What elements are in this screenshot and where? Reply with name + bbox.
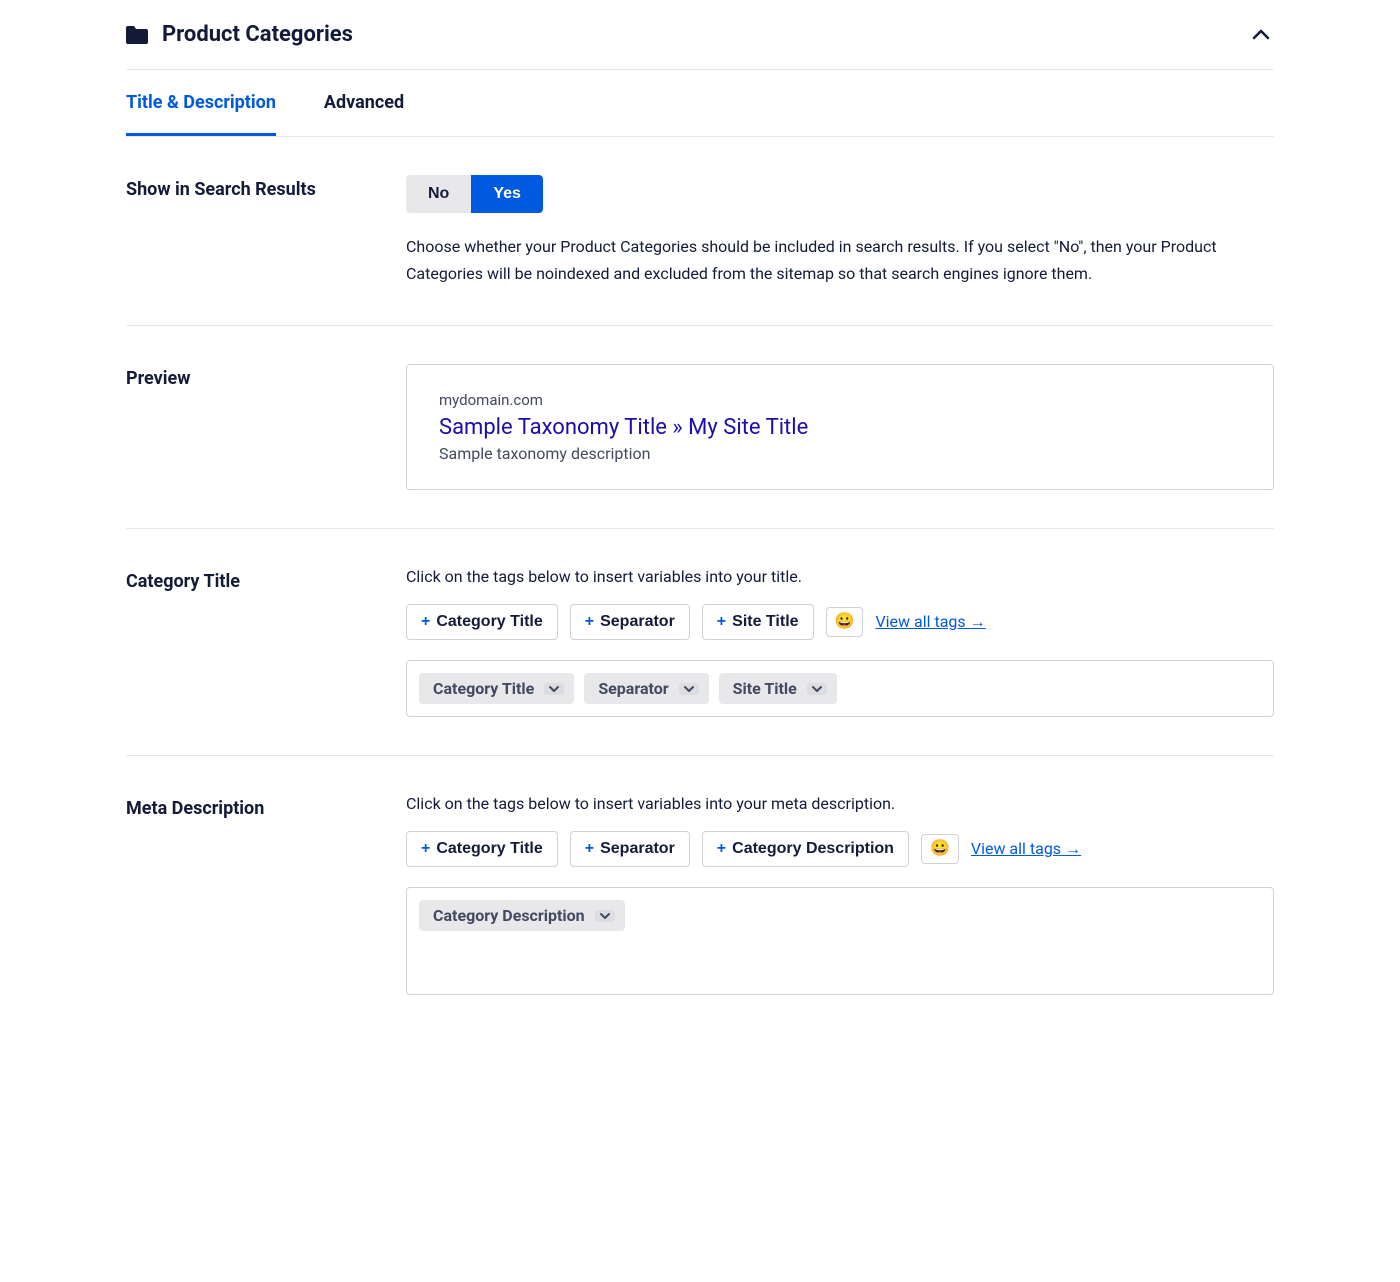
- view-all-tags-link[interactable]: View all tags →: [875, 612, 985, 632]
- tag-label: Category Description: [732, 840, 894, 858]
- preview-title: Sample Taxonomy Title » My Site Title: [439, 415, 1241, 440]
- tag-row-category-title: + Category Title + Separator + Site Titl…: [406, 604, 1274, 640]
- settings-panel: Product Categories Title & Description A…: [126, 0, 1274, 1033]
- tag-add-separator[interactable]: + Separator: [570, 604, 690, 640]
- body-category-title: Click on the tags below to insert variab…: [406, 567, 1274, 717]
- chevron-down-icon: [807, 683, 827, 695]
- chevron-down-icon: [544, 683, 564, 695]
- tag-row-meta-description: + Category Title + Separator + Category …: [406, 831, 1274, 867]
- tag-add-category-description[interactable]: + Category Description: [702, 831, 909, 867]
- token-separator[interactable]: Separator: [584, 673, 708, 704]
- meta-description-input[interactable]: Category Description: [406, 887, 1274, 995]
- body-meta-description: Click on the tags below to insert variab…: [406, 794, 1274, 995]
- plus-icon: +: [421, 613, 430, 631]
- view-all-tags-link[interactable]: View all tags →: [971, 839, 1081, 859]
- preview-description: Sample taxonomy description: [439, 444, 1241, 463]
- toggle-search-results: No Yes: [406, 175, 543, 213]
- plus-icon: +: [717, 613, 726, 631]
- token-site-title[interactable]: Site Title: [719, 673, 837, 704]
- tag-label: Separator: [600, 840, 675, 858]
- tag-label: Separator: [600, 613, 675, 631]
- toggle-no[interactable]: No: [406, 175, 471, 213]
- plus-icon: +: [585, 613, 594, 631]
- tag-add-category-title[interactable]: + Category Title: [406, 604, 558, 640]
- plus-icon: +: [585, 840, 594, 858]
- title-input[interactable]: Category Title Separator Site Title: [406, 660, 1274, 717]
- toggle-yes[interactable]: Yes: [471, 175, 543, 213]
- emoji-icon: 😀: [835, 613, 855, 630]
- token-label: Category Title: [433, 679, 534, 698]
- page-title: Product Categories: [162, 22, 353, 47]
- chevron-down-icon: [595, 910, 615, 922]
- plus-icon: +: [421, 840, 430, 858]
- label-search-results: Show in Search Results: [126, 175, 406, 200]
- chevron-down-icon: [679, 683, 699, 695]
- body-preview: mydomain.com Sample Taxonomy Title » My …: [406, 364, 1274, 490]
- chevron-up-icon: [1252, 29, 1270, 40]
- label-meta-description: Meta Description: [126, 794, 406, 819]
- preview-box: mydomain.com Sample Taxonomy Title » My …: [406, 364, 1274, 490]
- emoji-icon: 😀: [930, 840, 950, 857]
- tab-advanced[interactable]: Advanced: [324, 70, 404, 136]
- help-search-results: Choose whether your Product Categories s…: [406, 233, 1274, 287]
- preview-domain: mydomain.com: [439, 391, 1241, 409]
- token-label: Category Description: [433, 906, 585, 925]
- tag-label: Category Title: [436, 613, 542, 631]
- token-label: Site Title: [733, 679, 797, 698]
- tag-label: Site Title: [732, 613, 798, 631]
- section-meta-description: Meta Description Click on the tags below…: [126, 756, 1274, 1033]
- token-category-description[interactable]: Category Description: [419, 900, 625, 931]
- emoji-picker-button[interactable]: 😀: [921, 834, 959, 864]
- collapse-button[interactable]: [1248, 25, 1274, 44]
- section-category-title: Category Title Click on the tags below t…: [126, 529, 1274, 756]
- tab-title-description[interactable]: Title & Description: [126, 70, 276, 136]
- token-category-title[interactable]: Category Title: [419, 673, 574, 704]
- tabs: Title & Description Advanced: [126, 70, 1274, 137]
- tag-add-separator[interactable]: + Separator: [570, 831, 690, 867]
- tag-add-category-title[interactable]: + Category Title: [406, 831, 558, 867]
- label-preview: Preview: [126, 364, 406, 389]
- plus-icon: +: [717, 840, 726, 858]
- section-search-results: Show in Search Results No Yes Choose whe…: [126, 137, 1274, 326]
- tag-label: Category Title: [436, 840, 542, 858]
- folder-icon: [126, 26, 148, 44]
- hint-meta-description: Click on the tags below to insert variab…: [406, 794, 1274, 813]
- panel-header: Product Categories: [126, 0, 1274, 70]
- tag-add-site-title[interactable]: + Site Title: [702, 604, 814, 640]
- hint-category-title: Click on the tags below to insert variab…: [406, 567, 1274, 586]
- label-category-title: Category Title: [126, 567, 406, 592]
- section-preview: Preview mydomain.com Sample Taxonomy Tit…: [126, 326, 1274, 529]
- token-label: Separator: [598, 679, 668, 698]
- body-search-results: No Yes Choose whether your Product Categ…: [406, 175, 1274, 287]
- header-left: Product Categories: [126, 22, 353, 47]
- emoji-picker-button[interactable]: 😀: [826, 607, 864, 637]
